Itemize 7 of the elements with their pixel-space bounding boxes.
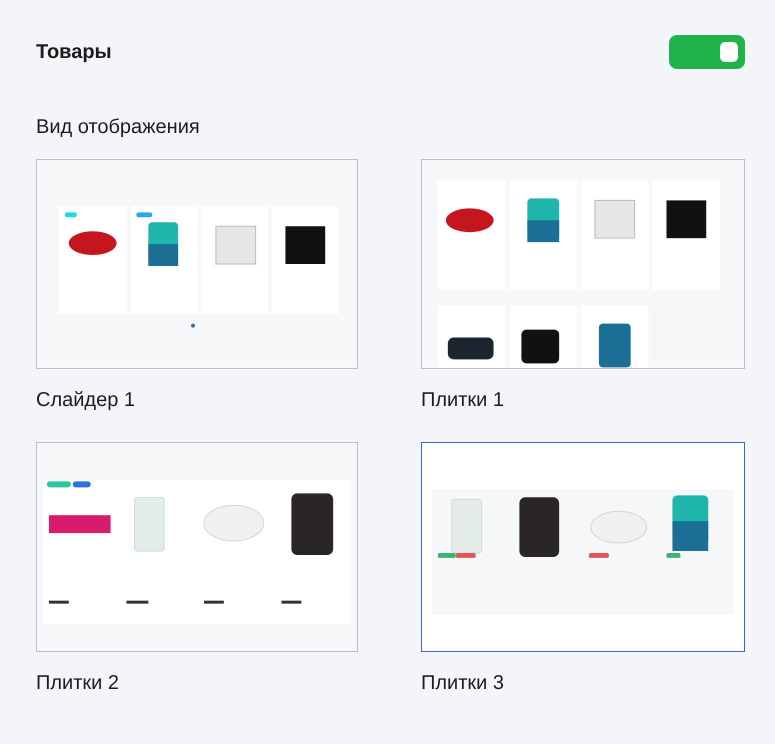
layout-label: Слайдер 1 <box>36 389 136 412</box>
section-title: Товары <box>36 40 112 64</box>
toggle-switch[interactable] <box>669 35 745 69</box>
layout-label: Плитки 1 <box>421 389 505 412</box>
section-subtitle: Вид отображения <box>36 116 201 139</box>
layout-label: Плитки 2 <box>36 672 120 695</box>
layout-label: Плитки 3 <box>421 672 505 695</box>
